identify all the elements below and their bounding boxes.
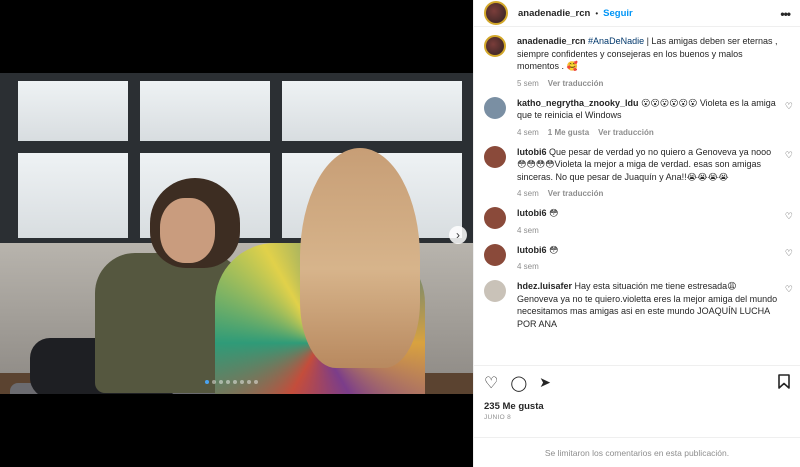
chevron-right-icon: › xyxy=(456,228,460,242)
comment-like-heart-icon[interactable]: ♡ xyxy=(785,248,793,259)
comment-text: Que pesar de verdad yo no quiero a Genov… xyxy=(517,146,772,182)
carousel-dot xyxy=(254,380,258,384)
commenter-username[interactable]: lutobi6 xyxy=(517,245,547,255)
comment-meta: 4 sem 1 Me gusta Ver traducción xyxy=(517,128,778,137)
caption: anadenadie_rcn #AnaDeNadie | Las amigas … xyxy=(484,35,790,88)
comment-item: lutobi6 😳 4 sem ♡ xyxy=(484,207,793,235)
commenter-username[interactable]: hdez.luisafer xyxy=(517,281,572,291)
post-photo[interactable] xyxy=(0,73,473,394)
caption-time[interactable]: 5 sem xyxy=(517,79,539,88)
comment-likes[interactable]: 1 Me gusta xyxy=(548,128,589,137)
post-date[interactable]: JUNIO 8 xyxy=(474,412,800,421)
carousel-dot xyxy=(212,380,216,384)
commenter-avatar[interactable] xyxy=(484,207,506,229)
comment-time[interactable]: 4 sem xyxy=(517,128,539,137)
post-panel: anadenadie_rcn • Seguir ••• anadenadie_r… xyxy=(473,0,800,467)
comment-text: 😳 xyxy=(546,244,559,255)
comment-item: hdez.luisafer Hay esta situación me tien… xyxy=(484,280,793,330)
commenter-username[interactable]: lutobi6 xyxy=(517,147,547,157)
comment-item: lutobi6 😳 4 sem ♡ xyxy=(484,243,793,271)
follow-button[interactable]: Seguir xyxy=(603,8,633,19)
carousel-dot xyxy=(205,380,209,384)
commenter-avatar[interactable] xyxy=(484,96,506,119)
post-media: › xyxy=(0,0,473,467)
carousel-dots xyxy=(205,380,258,384)
comment-meta: 4 sem xyxy=(517,262,778,271)
comment-text: 😳 xyxy=(546,208,559,218)
action-bar: ♡ ◯ ➤ xyxy=(474,365,800,399)
comments-limited-note: Se limitaron los comentarios en esta pub… xyxy=(474,437,800,467)
window-pane xyxy=(18,153,128,238)
window-pane xyxy=(282,81,462,141)
comment-item: lutobi6 Que pesar de verdad yo no quiero… xyxy=(484,145,793,198)
caption-avatar[interactable] xyxy=(484,35,506,57)
bookmark-icon[interactable] xyxy=(778,374,790,393)
commenter-avatar[interactable] xyxy=(484,145,506,168)
carousel-dot xyxy=(247,380,251,384)
carousel-dot xyxy=(233,380,237,384)
commenter-username[interactable]: katho_negrytha_znooky_ldu xyxy=(517,98,639,108)
author-username[interactable]: anadenadie_rcn xyxy=(518,8,590,19)
send-icon[interactable]: ➤ xyxy=(539,374,551,391)
next-slide-button[interactable]: › xyxy=(449,226,467,244)
commenter-avatar[interactable] xyxy=(484,243,506,266)
carousel-dot xyxy=(219,380,223,384)
person-right-hair xyxy=(300,148,420,368)
comment-meta: 4 sem xyxy=(517,226,778,235)
comment-like-heart-icon[interactable]: ♡ xyxy=(785,284,793,295)
comment-like-heart-icon[interactable]: ♡ xyxy=(785,211,793,222)
comment-translate[interactable]: Ver traducción xyxy=(548,189,604,198)
person-left-face xyxy=(160,198,215,263)
comment-container: katho_negrytha_znooky_ldu 😮😮😮😮😮😮 Violeta… xyxy=(484,96,793,331)
carousel-dot xyxy=(226,380,230,384)
likes-count[interactable]: 235 Me gusta xyxy=(474,401,800,412)
caption-translate[interactable]: Ver traducción xyxy=(548,79,604,88)
window-pane xyxy=(18,81,128,141)
comment-time[interactable]: 4 sem xyxy=(517,226,539,235)
comment-like-heart-icon[interactable]: ♡ xyxy=(785,101,793,112)
comment-item: katho_negrytha_znooky_ldu 😮😮😮😮😮😮 Violeta… xyxy=(484,96,793,137)
more-horizontal-icon[interactable]: ••• xyxy=(780,7,791,21)
author-avatar[interactable] xyxy=(484,1,508,25)
comments-list[interactable]: anadenadie_rcn #AnaDeNadie | Las amigas … xyxy=(474,27,800,365)
heart-icon[interactable]: ♡ xyxy=(484,373,498,393)
comment-meta: 4 sem Ver traducción xyxy=(517,189,778,198)
comment-translate[interactable]: Ver traducción xyxy=(598,128,654,137)
window-pane xyxy=(140,81,270,141)
commenter-username[interactable]: lutobi6 xyxy=(517,208,547,218)
caption-username[interactable]: anadenadie_rcn xyxy=(517,36,586,46)
header-separator: • xyxy=(595,8,599,18)
comment-like-heart-icon[interactable]: ♡ xyxy=(785,150,793,161)
comment-time[interactable]: 4 sem xyxy=(517,262,539,271)
post-header: anadenadie_rcn • Seguir ••• xyxy=(474,0,800,27)
comment-time[interactable]: 4 sem xyxy=(517,189,539,198)
comment-icon[interactable]: ◯ xyxy=(510,374,527,392)
carousel-dot xyxy=(240,380,244,384)
commenter-avatar[interactable] xyxy=(484,280,506,302)
post-modal: › anadenadie_rcn • Seguir ••• anadenadie… xyxy=(0,0,800,467)
caption-hashtag[interactable]: #AnaDeNadie xyxy=(588,36,644,46)
